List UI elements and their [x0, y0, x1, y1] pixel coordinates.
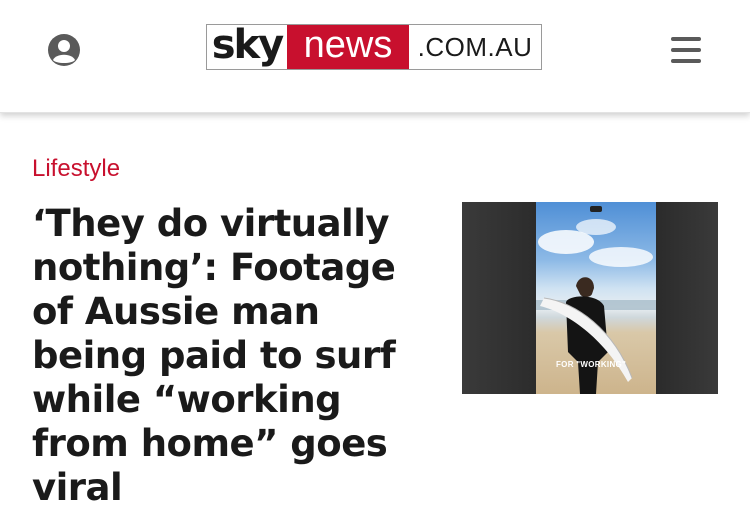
- sky-news-logo[interactable]: sky news .COM.AU: [206, 24, 542, 70]
- thumbnail-blur-left: [462, 202, 536, 394]
- logo-domain-text: .COM.AU: [417, 31, 533, 62]
- thumbnail-blur-right: [656, 202, 718, 394]
- article-headline[interactable]: ‘They do virtually nothing’: Footage of …: [32, 202, 437, 510]
- logo-sky-text: sky: [211, 22, 284, 68]
- thumbnail-video-frame: FOR "WORKING": [536, 202, 656, 394]
- logo-news-text: news: [287, 24, 409, 69]
- user-account-icon[interactable]: [47, 33, 81, 67]
- camera-notch: [590, 206, 602, 212]
- article-thumbnail[interactable]: FOR "WORKING": [462, 202, 718, 394]
- article-category-link[interactable]: Lifestyle: [32, 155, 120, 183]
- thumbnail-caption: FOR "WORKING": [556, 360, 627, 369]
- hamburger-menu-icon[interactable]: [671, 37, 701, 63]
- site-header: sky news .COM.AU: [0, 0, 750, 113]
